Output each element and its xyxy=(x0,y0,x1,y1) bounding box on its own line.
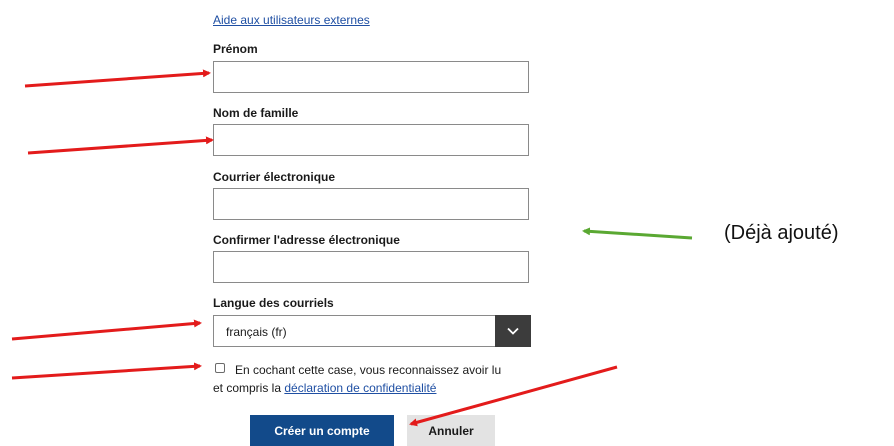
red-arrow-checkbox xyxy=(11,362,202,380)
red-arrow-first-name xyxy=(24,69,211,88)
annotation-arrows xyxy=(11,69,693,427)
red-arrow-create-button xyxy=(409,365,618,427)
red-arrow-last-name xyxy=(27,136,214,155)
red-arrow-language xyxy=(11,319,202,341)
green-arrow-confirm-email xyxy=(582,227,693,240)
